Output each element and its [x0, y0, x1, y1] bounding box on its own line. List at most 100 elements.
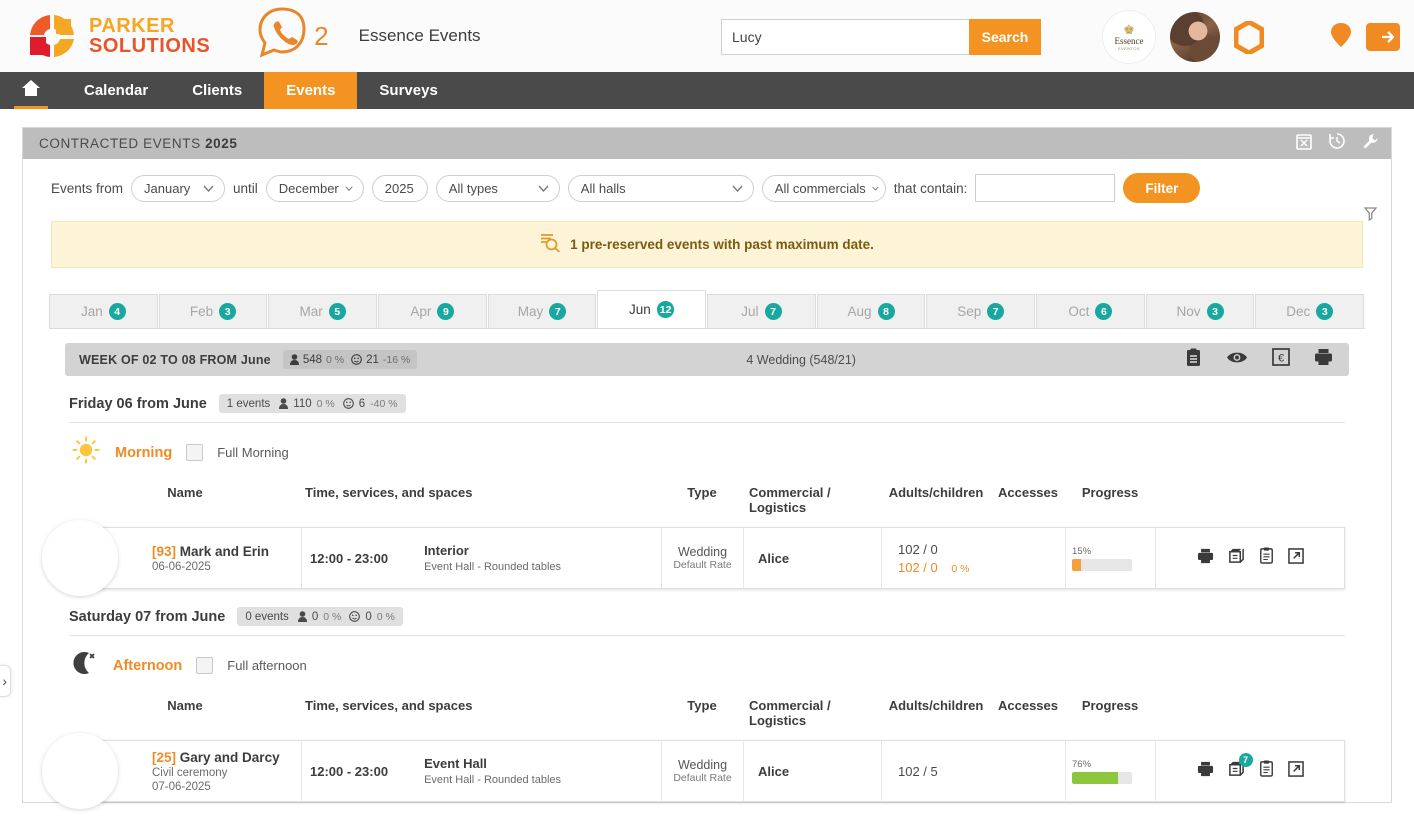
event-title: Gary and Darcy — [180, 750, 280, 765]
event-rate: Default Rate — [673, 772, 731, 784]
copy-icon[interactable]: 7 — [1228, 760, 1245, 782]
wrench-icon[interactable] — [1362, 133, 1379, 155]
col-progress: Progress — [1065, 485, 1155, 515]
chevron-down-icon — [732, 185, 743, 192]
tab-jan[interactable]: Jan4 — [49, 294, 158, 328]
tab-oct[interactable]: Oct6 — [1036, 294, 1145, 328]
week-adults: 548 — [303, 354, 322, 366]
euro-icon[interactable]: € — [1272, 348, 1290, 371]
cell-progress: 15% — [1066, 528, 1156, 588]
events-table-morning: Name Time, services, and spaces Type Com… — [69, 485, 1345, 589]
nav-home-button[interactable] — [0, 72, 62, 109]
tab-apr[interactable]: Apr9 — [378, 294, 487, 328]
tab-mar[interactable]: Mar5 — [268, 294, 377, 328]
hall-select[interactable]: All halls — [568, 175, 754, 202]
tab-aug[interactable]: Aug8 — [817, 294, 926, 328]
eye-icon[interactable] — [1226, 350, 1248, 370]
cell-name: [25] Gary and Darcy Civil ceremony 07-06… — [70, 741, 302, 801]
clipboard-icon[interactable] — [1185, 348, 1202, 372]
top-header: PARKER SOLUTIONS 2 Essence Events Search… — [0, 0, 1414, 72]
whatsapp-widget[interactable]: 2 — [256, 6, 328, 67]
day-adults: 0 — [312, 611, 318, 623]
cell-name: [93] Mark and Erin 06-06-2025 — [70, 528, 302, 588]
account-logo[interactable]: ♚ Essence EVENTOS — [1102, 10, 1156, 64]
logout-button[interactable] — [1366, 23, 1400, 51]
search-input[interactable] — [721, 19, 969, 55]
table-row[interactable]: [25] Gary and Darcy Civil ceremony 07-06… — [69, 740, 1345, 802]
day-header-saturday: Saturday 07 from June 0 events 0 0 % 0 0… — [69, 607, 1345, 636]
col-actions — [1155, 485, 1345, 515]
nav-item-events[interactable]: Events — [264, 72, 357, 109]
col-progress: Progress — [1065, 698, 1155, 728]
history-icon[interactable] — [1328, 132, 1346, 155]
event-date: 07-06-2025 — [152, 781, 280, 793]
nav-item-clients[interactable]: Clients — [170, 72, 264, 109]
print-icon[interactable] — [1197, 548, 1214, 569]
print-icon[interactable] — [1314, 348, 1333, 371]
clipboard-icon[interactable] — [1259, 547, 1274, 569]
col-commercial-l1: Commercial / — [749, 485, 881, 500]
filter-label-from: Events from — [51, 181, 123, 196]
contains-input[interactable] — [975, 174, 1115, 202]
filter-button[interactable]: Filter — [1123, 173, 1200, 203]
copy-icon[interactable] — [1228, 547, 1245, 569]
calendar-x-icon[interactable] — [1296, 133, 1312, 155]
event-time: 12:00 - 23:00 — [310, 551, 388, 566]
hexagon-icon[interactable] — [1234, 21, 1264, 54]
tab-label: Dec — [1286, 304, 1310, 319]
funnel-icon[interactable] — [1364, 207, 1377, 226]
alert-text: 1 pre-reserved events with past maximum … — [570, 237, 874, 252]
tab-may[interactable]: May7 — [488, 294, 597, 328]
print-icon[interactable] — [1197, 761, 1214, 782]
tab-count-badge: 5 — [329, 303, 346, 320]
progress-fill — [1072, 772, 1118, 784]
tab-jul[interactable]: Jul7 — [707, 294, 816, 328]
panel-title-prefix: CONTRACTED EVENTS — [39, 136, 205, 151]
week-title: WEEK OF 02 TO 08 FROM June — [79, 353, 271, 367]
tab-dec[interactable]: Dec3 — [1255, 294, 1364, 328]
app-logo[interactable]: PARKER SOLUTIONS — [26, 11, 210, 61]
tab-label: Jul — [741, 304, 758, 319]
filter-label-contain: that contain: — [894, 181, 968, 196]
cell-time-services: 12:00 - 23:00 Interior Event Hall - Roun… — [302, 528, 662, 588]
month-until-select[interactable]: December — [266, 175, 364, 202]
global-search: Search — [721, 19, 1041, 55]
tab-jun[interactable]: Jun12 — [597, 290, 706, 328]
filter-label-until: until — [233, 181, 258, 196]
pin-icon[interactable] — [1330, 22, 1352, 53]
header-right-actions: ♚ Essence EVENTOS — [1102, 10, 1400, 64]
slot-row-morning: Morning Full Morning — [71, 436, 1365, 469]
event-type: Wedding — [678, 545, 727, 559]
open-external-icon[interactable] — [1288, 761, 1304, 782]
tab-count-badge: 7 — [987, 303, 1004, 320]
table-row[interactable]: [93] Mark and Erin 06-06-2025 12:00 - 23… — [69, 527, 1345, 589]
tab-nov[interactable]: Nov3 — [1146, 294, 1255, 328]
adults-children-actual-value: 102 / 0 — [898, 560, 938, 575]
tab-sep[interactable]: Sep7 — [926, 294, 1035, 328]
year-value: 2025 — [385, 181, 414, 196]
nav-item-surveys[interactable]: Surveys — [357, 72, 459, 109]
search-button[interactable]: Search — [969, 19, 1041, 55]
crest-icon: ♚ — [1123, 23, 1135, 36]
event-name: [93] Mark and Erin — [152, 544, 269, 559]
sidebar-toggle-button[interactable]: › — [0, 665, 11, 697]
contracted-events-panel: CONTRACTED EVENTS 2025 Events from Janua… — [22, 127, 1392, 803]
day-name: Saturday 07 from June — [69, 609, 225, 625]
full-afternoon-checkbox[interactable] — [196, 657, 213, 674]
full-afternoon-label: Full afternoon — [227, 658, 307, 673]
commercial-select[interactable]: All commercials — [762, 175, 886, 202]
account-logo-sub: EVENTOS — [1118, 46, 1140, 51]
slot-row-afternoon: Afternoon Full afternoon — [71, 649, 1365, 682]
full-morning-checkbox[interactable] — [186, 444, 203, 461]
month-from-select[interactable]: January — [131, 175, 225, 202]
year-select[interactable]: 2025 — [372, 175, 428, 202]
open-external-icon[interactable] — [1288, 548, 1304, 569]
tab-feb[interactable]: Feb3 — [159, 294, 268, 328]
avatar[interactable] — [1170, 12, 1220, 62]
type-select[interactable]: All types — [436, 175, 560, 202]
clipboard-icon[interactable] — [1259, 760, 1274, 782]
adults-children-contracted: 102 / 0 — [898, 542, 969, 557]
cell-type: Wedding Default Rate — [662, 741, 744, 801]
nav-item-calendar[interactable]: Calendar — [62, 72, 170, 109]
day-adults: 110 — [293, 398, 311, 410]
